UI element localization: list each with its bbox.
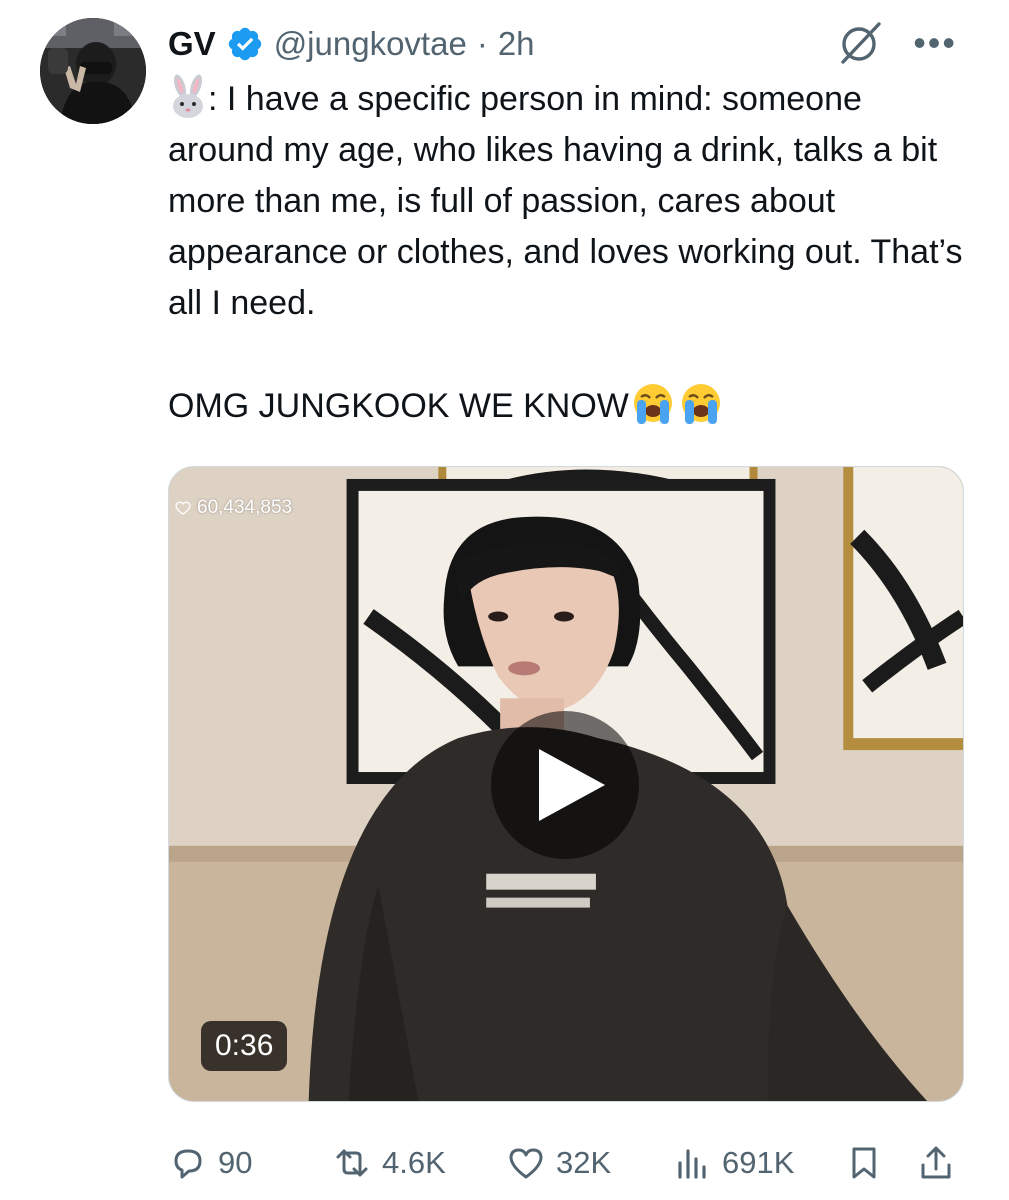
author-avatar[interactable] (40, 18, 146, 124)
video-view-count-overlay: 60,434,853 (175, 497, 292, 519)
analytics-bars-icon (678, 1149, 706, 1179)
author-handle[interactable]: @jungkovtae (274, 25, 467, 63)
header-separator: · (476, 25, 488, 62)
bookmark-icon (852, 1147, 876, 1179)
video-duration-badge: 0:36 (201, 1021, 288, 1071)
video-views-text: 60,434,853 (197, 497, 293, 518)
tweet-action-bar: 90 4.6K 32K 691K (168, 1138, 968, 1188)
heart-icon (509, 1148, 543, 1179)
repost-button[interactable]: 4.6K (332, 1138, 446, 1188)
tweet-video[interactable]: 60,434,853 0:36 (168, 466, 964, 1102)
repost-count: 4.6K (382, 1145, 446, 1180)
tweet-header: GV @jungkovtae · 2h (168, 22, 535, 66)
tweet-text-paragraph-1: : I have a specific person in mind: some… (168, 80, 963, 322)
reply-count: 90 (218, 1145, 253, 1180)
tweet: GV @jungkovtae · 2h •••: I have a speci… (0, 0, 1009, 1200)
like-count: 32K (556, 1145, 612, 1180)
views-count: 691K (722, 1145, 795, 1180)
tweet-text: : I have a specific person in mind: some… (168, 74, 968, 432)
loudly-crying-face-emoji-icon (677, 379, 725, 427)
tweet-top-actions: ••• (835, 18, 957, 68)
play-button[interactable] (491, 711, 639, 859)
rabbit-face-emoji-icon (168, 74, 208, 118)
repost-icon (336, 1149, 368, 1177)
share-icon (921, 1146, 951, 1179)
like-button[interactable]: 32K (506, 1138, 611, 1188)
bookmark-button[interactable] (844, 1138, 884, 1188)
tweet-timestamp[interactable]: 2h (498, 25, 535, 63)
play-icon (539, 749, 605, 821)
verified-badge-icon (226, 25, 264, 63)
author-name[interactable]: GV (168, 25, 216, 63)
loudly-crying-face-emoji-icon (629, 379, 677, 427)
share-button[interactable] (916, 1138, 956, 1188)
views-button[interactable]: 691K (672, 1138, 794, 1188)
reply-icon (174, 1149, 202, 1179)
tweet-text-paragraph-2: OMG JUNGKOOK WE KNOW (168, 387, 629, 425)
grok-icon[interactable] (835, 18, 885, 68)
reply-button[interactable]: 90 (168, 1138, 252, 1188)
more-options-icon[interactable]: ••• (913, 25, 957, 61)
heart-outline-icon (175, 501, 191, 515)
